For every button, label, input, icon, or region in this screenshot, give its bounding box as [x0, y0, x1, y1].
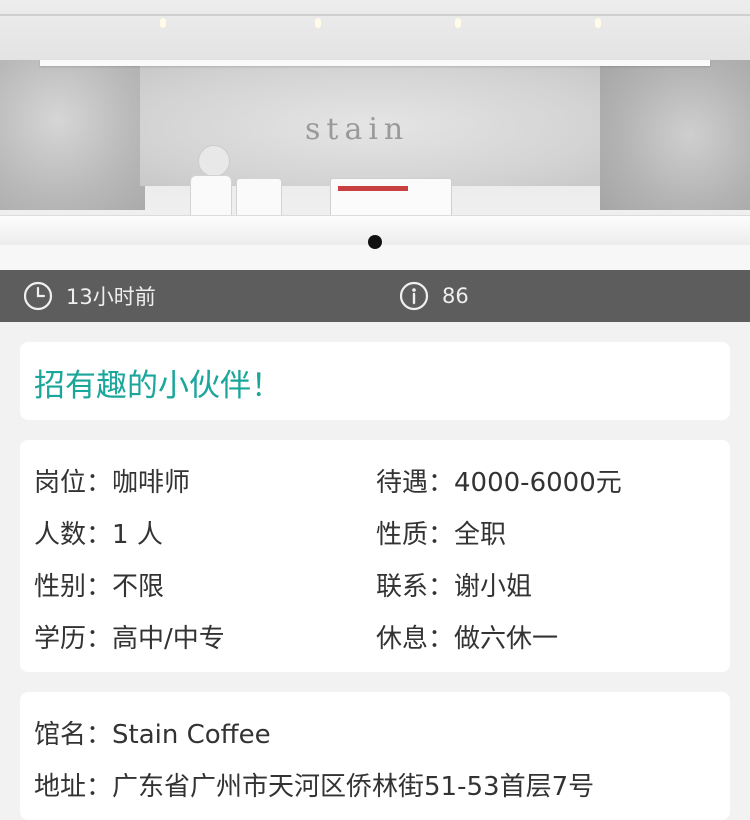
- detail-rest-days: 休息：做六休一: [376, 618, 558, 655]
- time-ago-text: 13小时前: [66, 285, 156, 309]
- detail-value: 不限: [112, 572, 165, 602]
- shop-info-card: 馆名：Stain Coffee 地址：广东省广州市天河区侨林街51-53首层7号: [20, 692, 730, 820]
- detail-label: 待遇：: [376, 468, 455, 498]
- light-beam: [40, 60, 710, 66]
- detail-value: 4000-6000元: [454, 468, 622, 498]
- detail-label: 学历：: [34, 624, 113, 654]
- detail-education: 学历：高中/中专: [34, 618, 225, 655]
- meta-bar: 13小时前 86: [0, 270, 750, 322]
- detail-value: 做六休一: [454, 624, 559, 654]
- detail-label: 联系：: [376, 572, 455, 602]
- detail-gender: 性别：不限: [34, 566, 164, 603]
- shop-address-value[interactable]: 广东省广州市天河区侨林街51-53首层7号: [112, 772, 594, 802]
- detail-label: 人数：: [34, 520, 113, 550]
- detail-value: 高中/中专: [112, 624, 225, 654]
- shop-name-value: Stain Coffee: [112, 720, 271, 750]
- detail-salary: 待遇：4000-6000元: [376, 462, 622, 499]
- detail-label: 岗位：: [34, 468, 113, 498]
- espresso-machine-logo: [338, 186, 408, 191]
- ceiling-light: [160, 18, 166, 28]
- detail-job-type: 性质：全职: [376, 514, 506, 551]
- clock-icon: [23, 281, 53, 311]
- grinder-hopper: [198, 145, 230, 177]
- detail-value: 咖啡师: [112, 468, 191, 498]
- shop-name: 馆名：Stain Coffee: [34, 714, 271, 751]
- post-time: 13小时前: [22, 270, 156, 322]
- concrete-wall: [600, 60, 750, 210]
- carousel-indicator-dot[interactable]: [368, 235, 382, 249]
- view-count: 86: [398, 270, 469, 322]
- detail-contact: 联系：谢小姐: [376, 566, 532, 603]
- detail-value: 全职: [454, 520, 507, 550]
- detail-value: 谢小姐: [454, 572, 533, 602]
- ceiling-light: [595, 18, 601, 28]
- detail-label: 性质：: [376, 520, 455, 550]
- shop-address-label: 地址：: [34, 772, 113, 802]
- detail-headcount: 人数：1 人: [34, 514, 163, 551]
- ceiling-pipe: [0, 14, 750, 16]
- title-card: 招有趣的小伙伴！: [20, 342, 730, 420]
- shop-name-label: 馆名：: [34, 720, 113, 750]
- job-details-card: 岗位：咖啡师 人数：1 人 性别：不限 学历：高中/中专 待遇：4000-600…: [20, 440, 730, 672]
- ceiling: [0, 0, 750, 60]
- store-sign: stain: [305, 112, 410, 147]
- ceiling-light: [315, 18, 321, 28]
- post-title: 招有趣的小伙伴！: [34, 368, 282, 404]
- ceiling-light: [455, 18, 461, 28]
- detail-position: 岗位：咖啡师: [34, 462, 190, 499]
- detail-value: 1 人: [112, 520, 163, 550]
- views-text: 86: [442, 284, 469, 308]
- hero-image[interactable]: stain: [0, 0, 750, 270]
- info-icon: [399, 281, 429, 311]
- detail-label: 性别：: [34, 572, 113, 602]
- detail-label: 休息：: [376, 624, 455, 654]
- concrete-wall: [0, 60, 145, 210]
- shop-address[interactable]: 地址：广东省广州市天河区侨林街51-53首层7号: [34, 766, 594, 803]
